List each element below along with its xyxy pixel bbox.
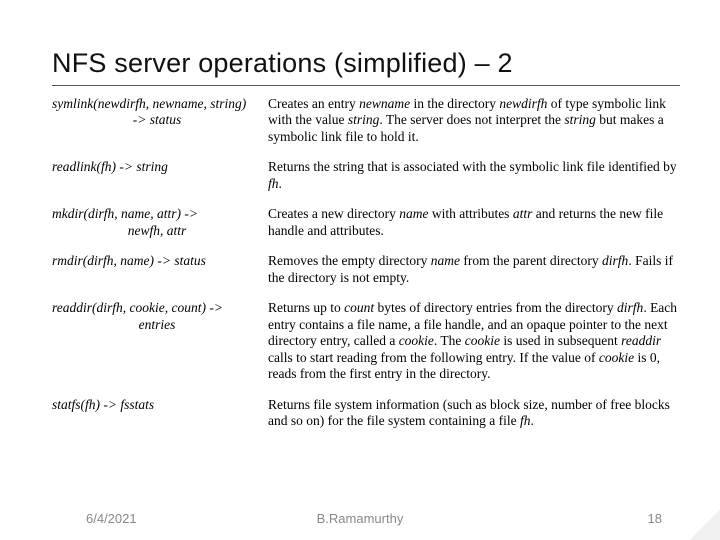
op-signature: statfs(fh) -> fsstats <box>52 397 268 413</box>
op-row-symlink: symlink(newdirfh, newname, string) -> st… <box>52 96 680 145</box>
sig-main: statfs(fh) -> fsstats <box>52 397 262 413</box>
op-description: Returns file system information (such as… <box>268 397 680 430</box>
op-row-mkdir: mkdir(dirfh, name, attr) -> newfh, attr … <box>52 206 680 239</box>
sig-cont: -> status <box>52 112 262 128</box>
op-description: Removes the empty directory name from th… <box>268 253 680 286</box>
op-description: Returns the string that is associated wi… <box>268 159 680 192</box>
footer-author: B.Ramamurthy <box>0 511 720 526</box>
op-description: Creates an entry newname in the director… <box>268 96 680 145</box>
op-description: Returns up to count bytes of directory e… <box>268 300 680 382</box>
title-rule <box>52 85 680 86</box>
op-row-readlink: readlink(fh) -> string Returns the strin… <box>52 159 680 192</box>
op-signature: rmdir(dirfh, name) -> status <box>52 253 268 269</box>
op-description: Creates a new directory name with attrib… <box>268 206 680 239</box>
slide: NFS server operations (simplified) – 2 s… <box>0 0 720 540</box>
sig-main: rmdir(dirfh, name) -> status <box>52 253 262 269</box>
sig-main: symlink(newdirfh, newname, string) <box>52 96 262 112</box>
sig-cont: entries <box>52 317 262 333</box>
sig-cont: newfh, attr <box>52 223 262 239</box>
op-row-readdir: readdir(dirfh, cookie, count) -> entries… <box>52 300 680 382</box>
footer-page-number: 18 <box>648 511 662 526</box>
op-signature: readlink(fh) -> string <box>52 159 268 175</box>
operations-table: symlink(newdirfh, newname, string) -> st… <box>52 96 680 430</box>
op-row-rmdir: rmdir(dirfh, name) -> status Removes the… <box>52 253 680 286</box>
op-row-statfs: statfs(fh) -> fsstats Returns file syste… <box>52 397 680 430</box>
sig-main: readlink(fh) -> string <box>52 159 262 175</box>
sig-main: readdir(dirfh, cookie, count) -> <box>52 300 262 316</box>
page-title: NFS server operations (simplified) – 2 <box>52 48 680 79</box>
page-fold-icon <box>690 510 720 540</box>
op-signature: mkdir(dirfh, name, attr) -> newfh, attr <box>52 206 268 239</box>
sig-main: mkdir(dirfh, name, attr) -> <box>52 206 262 222</box>
op-signature: readdir(dirfh, cookie, count) -> entries <box>52 300 268 333</box>
op-signature: symlink(newdirfh, newname, string) -> st… <box>52 96 268 129</box>
